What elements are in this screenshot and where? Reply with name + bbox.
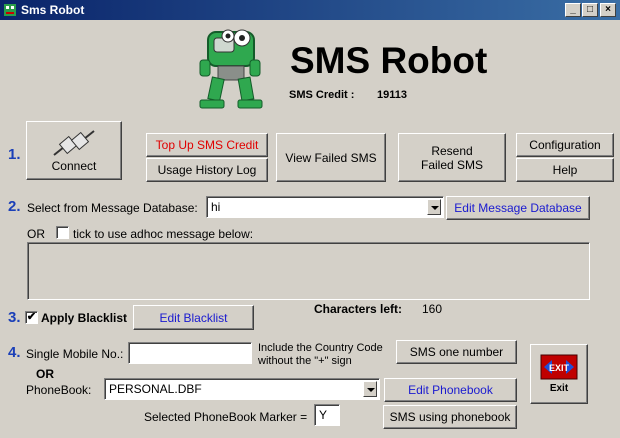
plug-connector-icon — [53, 129, 95, 156]
close-button[interactable]: × — [600, 3, 616, 17]
phonebook-label: PhoneBook: — [26, 383, 92, 397]
minimize-button[interactable]: _ — [565, 3, 581, 17]
phonebook-dropdown[interactable]: PERSONAL.DBF — [104, 378, 380, 400]
chevron-down-icon[interactable] — [427, 199, 441, 215]
sms-credit-value: 19113 — [377, 89, 407, 101]
step-1-number: 1. — [8, 146, 21, 163]
title-bar[interactable]: Sms Robot _ □ × — [0, 0, 620, 20]
step-3-number: 3. — [8, 309, 21, 326]
step-4-number: 4. — [8, 344, 21, 361]
help-button[interactable]: Help — [516, 158, 614, 182]
exit-sign-icon: EXIT — [540, 354, 578, 380]
usage-history-button[interactable]: Usage History Log — [146, 158, 268, 182]
apply-blacklist-label: Apply Blacklist — [41, 311, 128, 325]
adhoc-checkbox[interactable] — [56, 226, 69, 239]
window-title: Sms Robot — [21, 3, 85, 17]
exit-button[interactable]: EXIT Exit — [530, 344, 588, 404]
connect-label: Connect — [51, 158, 97, 173]
app-window: Sms Robot _ □ × SMS Robot SMS Credit : 1… — [0, 0, 620, 438]
exit-sign-text: EXIT — [549, 363, 570, 373]
chevron-down-icon[interactable] — [363, 381, 377, 397]
sms-credit-label: SMS Credit : — [289, 89, 355, 101]
or-label-message: OR — [27, 227, 45, 241]
edit-blacklist-button[interactable]: Edit Blacklist — [133, 305, 254, 330]
top-up-credit-button[interactable]: Top Up SMS Credit — [146, 133, 268, 157]
single-mobile-label: Single Mobile No.: — [26, 347, 124, 361]
step-2-number: 2. — [8, 198, 21, 215]
country-code-hint-2: without the "+" sign — [258, 355, 352, 367]
resend-failed-sms-button[interactable]: Resend Failed SMS — [398, 133, 506, 182]
sms-using-phonebook-button[interactable]: SMS using phonebook — [383, 405, 517, 429]
adhoc-label: tick to use adhoc message below: — [73, 227, 254, 241]
maximize-button[interactable]: □ — [582, 3, 598, 17]
robot-app-icon — [4, 4, 16, 16]
connect-button[interactable]: Connect — [26, 121, 122, 180]
phonebook-value: PERSONAL.DBF — [109, 382, 202, 396]
edit-message-db-button[interactable]: Edit Message Database — [446, 196, 590, 220]
sms-one-number-button[interactable]: SMS one number — [396, 340, 517, 364]
message-db-label: Select from Message Database: — [27, 201, 198, 215]
chars-left-value: 160 — [422, 302, 443, 316]
apply-blacklist-checkbox[interactable]: ✔ — [25, 311, 38, 324]
message-db-dropdown[interactable]: hi — [206, 196, 444, 218]
exit-label: Exit — [549, 383, 569, 394]
phonebook-marker-label: Selected PhoneBook Marker = — [144, 410, 308, 424]
configuration-button[interactable]: Configuration — [516, 133, 614, 157]
chars-left-label: Characters left: — [314, 302, 403, 316]
robot-logo — [199, 29, 263, 109]
view-failed-sms-button[interactable]: View Failed SMS — [276, 133, 386, 182]
adhoc-message-textarea[interactable] — [27, 242, 590, 300]
country-code-hint-1: Include the Country Code — [258, 342, 383, 354]
app-heading: SMS Robot — [290, 40, 488, 81]
edit-phonebook-button[interactable]: Edit Phonebook — [384, 378, 517, 402]
single-mobile-input[interactable] — [128, 342, 252, 364]
message-db-value: hi — [211, 200, 221, 214]
phonebook-marker-input[interactable]: Y — [314, 404, 340, 426]
or-label-phonebook: OR — [36, 367, 54, 381]
